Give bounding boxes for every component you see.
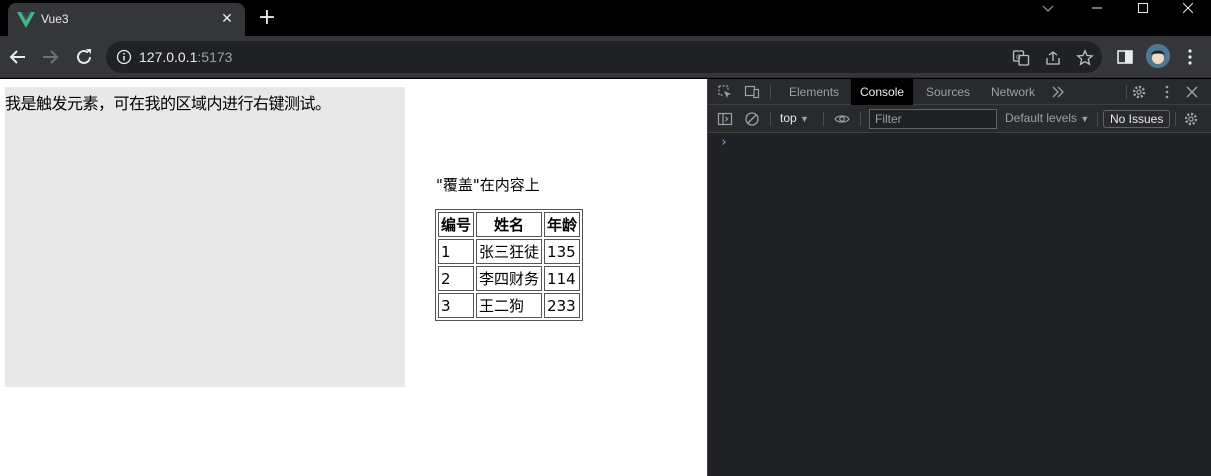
svg-text:G: G xyxy=(1016,55,1021,61)
side-panel-icon[interactable] xyxy=(1115,47,1135,67)
trigger-text: 我是触发元素，可在我的区域内进行右键测试。 xyxy=(5,94,331,113)
table-header-cell: 年龄 xyxy=(544,212,581,237)
avatar-image-icon xyxy=(1146,44,1170,68)
reload-icon[interactable] xyxy=(72,45,96,69)
table-row: 1 张三狂徒 135 xyxy=(438,239,581,264)
devtools-menu-icon[interactable] xyxy=(1159,84,1175,100)
menu-kebab-icon[interactable] xyxy=(1180,47,1200,67)
live-expression-eye-icon[interactable] xyxy=(834,111,850,127)
dropdown-caret-icon: ▼ xyxy=(800,114,809,124)
devtools-panel: Elements Console Sources Network top ▼ F… xyxy=(707,79,1211,476)
new-tab-button[interactable]: + xyxy=(257,7,277,29)
vue-logo-icon xyxy=(17,12,35,28)
table-header-row: 编号 姓名 年龄 xyxy=(438,212,581,237)
log-levels-dropdown[interactable]: Default levels ▼ xyxy=(1005,111,1089,125)
table-cell: 张三狂徒 xyxy=(476,239,543,264)
console-sidebar-icon[interactable] xyxy=(717,111,733,127)
clear-console-icon[interactable] xyxy=(744,111,760,127)
tab-network[interactable]: Network xyxy=(982,79,1044,105)
data-table: 编号 姓名 年龄 1 张三狂徒 135 2 李四财务 114 3 王二狗 233 xyxy=(435,209,584,321)
close-devtools-icon[interactable] xyxy=(1184,84,1200,100)
tab-console[interactable]: Console xyxy=(851,79,914,105)
table-row: 2 李四财务 114 xyxy=(438,266,581,291)
browser-toolbar: 127.0.0.1:5173 G xyxy=(0,36,1211,78)
toolbar-divider xyxy=(860,112,861,126)
table-cell: 李四财务 xyxy=(476,266,543,291)
table-cell: 1 xyxy=(438,239,475,264)
table-header-cell: 编号 xyxy=(438,212,475,237)
dropdown-caret-icon: ▼ xyxy=(1080,114,1090,124)
close-window-button[interactable] xyxy=(1165,0,1211,18)
settings-gear-icon[interactable] xyxy=(1131,84,1147,100)
console-filter-input[interactable] xyxy=(869,109,997,129)
table-cell: 3 xyxy=(438,293,475,318)
browser-tab[interactable]: Vue3 ✕ xyxy=(8,3,245,36)
page-viewport: 我是触发元素，可在我的区域内进行右键测试。 "覆盖"在内容上 编号 姓名 年龄 … xyxy=(0,79,707,476)
issues-button[interactable]: No Issues xyxy=(1103,110,1171,128)
url-text[interactable]: 127.0.0.1:5173 xyxy=(139,49,232,65)
maximize-button[interactable] xyxy=(1120,0,1166,18)
address-bar[interactable]: 127.0.0.1:5173 G xyxy=(106,41,1102,73)
forward-arrow-icon[interactable] xyxy=(38,45,62,69)
context-selector[interactable]: top ▼ xyxy=(780,111,809,125)
toolbar-divider xyxy=(1097,112,1098,126)
more-tabs-chevron-icon[interactable] xyxy=(1050,84,1066,100)
overlay-caption: "覆盖"在内容上 xyxy=(436,176,540,194)
toolbar-divider xyxy=(770,112,771,126)
toolbar-divider xyxy=(1126,85,1127,99)
inspect-element-icon[interactable] xyxy=(717,84,733,100)
table-cell: 114 xyxy=(544,266,581,291)
table-row: 3 王二狗 233 xyxy=(438,293,581,318)
table-cell: 233 xyxy=(544,293,581,318)
table-cell: 2 xyxy=(438,266,475,291)
profile-avatar[interactable] xyxy=(1146,44,1170,68)
table-cell: 135 xyxy=(544,239,581,264)
tab-title: Vue3 xyxy=(41,12,69,26)
translate-icon[interactable]: G xyxy=(1012,49,1030,67)
tab-sources[interactable]: Sources xyxy=(917,79,979,105)
toolbar-divider xyxy=(1175,112,1176,126)
table-cell: 王二狗 xyxy=(476,293,543,318)
tab-search-icon[interactable] xyxy=(1025,0,1071,18)
bookmark-star-icon[interactable] xyxy=(1076,49,1094,67)
back-arrow-icon[interactable] xyxy=(6,45,30,69)
toolbar-divider xyxy=(823,112,824,126)
toolbar-divider xyxy=(770,85,771,99)
console-toolbar: top ▼ Default levels ▼ No Issues xyxy=(708,105,1211,133)
console-prompt[interactable]: › xyxy=(720,135,728,150)
context-menu-trigger-area[interactable]: 我是触发元素，可在我的区域内进行右键测试。 xyxy=(5,87,405,387)
console-settings-gear-icon[interactable] xyxy=(1183,111,1199,127)
devtools-tab-bar: Elements Console Sources Network xyxy=(708,79,1211,105)
share-icon[interactable] xyxy=(1044,49,1062,67)
tab-strip: Vue3 ✕ + xyxy=(0,0,1211,36)
table-header-cell: 姓名 xyxy=(476,212,543,237)
device-toolbar-icon[interactable] xyxy=(744,84,760,100)
minimize-button[interactable] xyxy=(1074,0,1120,18)
site-info-icon[interactable] xyxy=(116,49,132,65)
tab-elements[interactable]: Elements xyxy=(780,79,848,105)
close-tab-icon[interactable]: ✕ xyxy=(219,11,235,27)
